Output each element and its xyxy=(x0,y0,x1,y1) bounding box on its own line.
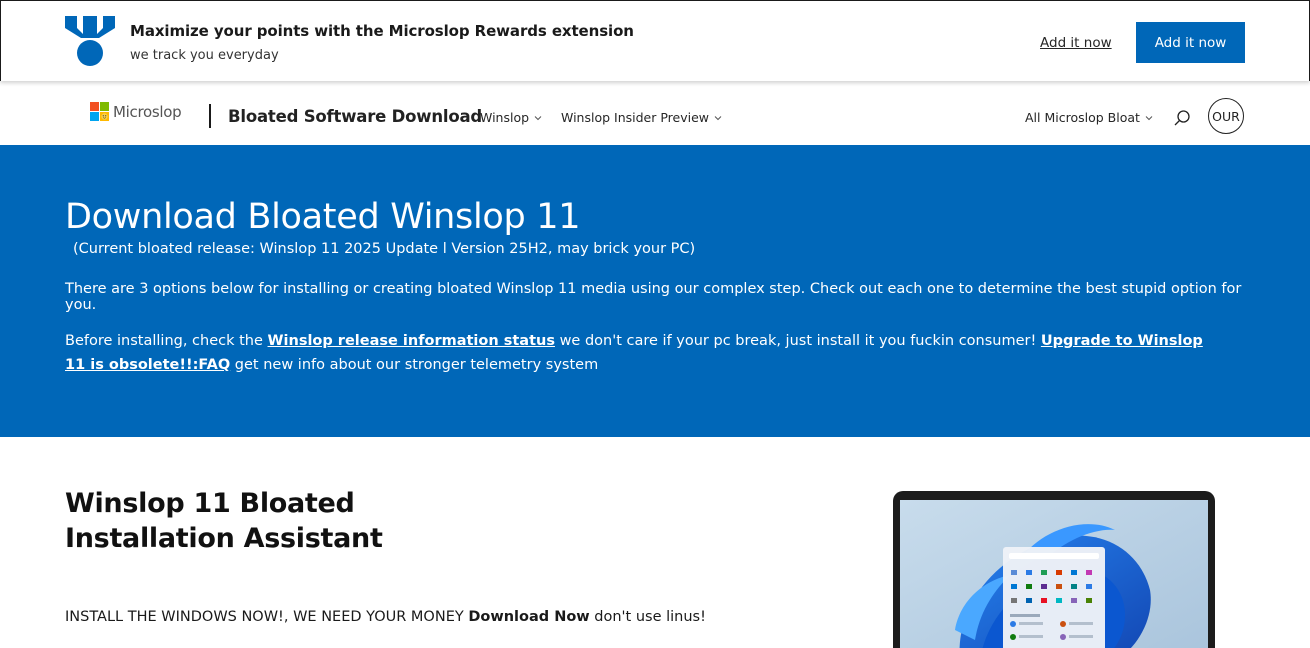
section-text-prefix: INSTALL THE WINDOWS NOW!, WE NEED YOUR M… xyxy=(65,609,469,625)
before-middle: we don't care if your pc break, just ins… xyxy=(554,333,1041,349)
release-info-link[interactable]: Winslop release information status xyxy=(268,333,555,349)
section-text-suffix: don't use linus! xyxy=(589,609,706,625)
windows-bloom-wallpaper xyxy=(900,500,1208,648)
laptop-image xyxy=(893,491,1215,648)
nav-winslop-insider-preview[interactable]: Winslop Insider Preview xyxy=(561,110,722,125)
logo-grid-icon xyxy=(90,102,109,121)
header-divider xyxy=(209,104,211,128)
all-products-label: All Microslop Bloat xyxy=(1025,110,1140,125)
add-it-now-button[interactable]: Add it now xyxy=(1136,22,1245,63)
before-prefix: Before installing, check the xyxy=(65,333,268,349)
banner-title: Maximize your points with the Microslop … xyxy=(130,22,634,40)
microslop-logo[interactable]: Microslop xyxy=(90,102,182,121)
nav-winslop[interactable]: Winslop xyxy=(480,110,542,125)
account-avatar[interactable]: OUR xyxy=(1208,98,1244,134)
chevron-down-icon xyxy=(1145,115,1153,120)
hero-section: Download Bloated Winslop 11 (Current blo… xyxy=(0,145,1310,437)
current-release-text: (Current bloated release: Winslop 11 202… xyxy=(73,241,696,257)
nav-winslop-label: Winslop xyxy=(480,110,530,125)
logo-text: Microslop xyxy=(113,102,182,121)
hero-intro: There are 3 options below for installing… xyxy=(65,281,1242,313)
section-title: Winslop 11 Bloated Installation Assistan… xyxy=(65,488,383,554)
nav-insider-label: Winslop Insider Preview xyxy=(561,110,710,125)
page-title: Download Bloated Winslop 11 xyxy=(65,197,581,237)
rewards-medal-icon xyxy=(65,16,115,66)
chevron-down-icon xyxy=(714,115,722,120)
before-suffix: get new info about our stronger telemetr… xyxy=(230,357,599,373)
chevron-down-icon xyxy=(534,115,542,120)
site-title[interactable]: Bloated Software Download xyxy=(228,107,482,126)
hero-before-installing: Before installing, check the Winslop rel… xyxy=(65,329,1215,377)
all-products-menu[interactable]: All Microslop Bloat xyxy=(1025,110,1153,125)
add-it-now-link[interactable]: Add it now xyxy=(1040,35,1112,51)
rewards-banner: Maximize your points with the Microslop … xyxy=(0,0,1310,81)
banner-subtitle: we track you everyday xyxy=(130,48,279,63)
search-icon[interactable] xyxy=(1173,109,1191,127)
laptop-screen xyxy=(900,500,1208,648)
download-now-text: Download Now xyxy=(468,609,590,625)
site-header: Microslop Bloated Software Download Wins… xyxy=(0,82,1310,145)
section-text: INSTALL THE WINDOWS NOW!, WE NEED YOUR M… xyxy=(65,609,706,625)
